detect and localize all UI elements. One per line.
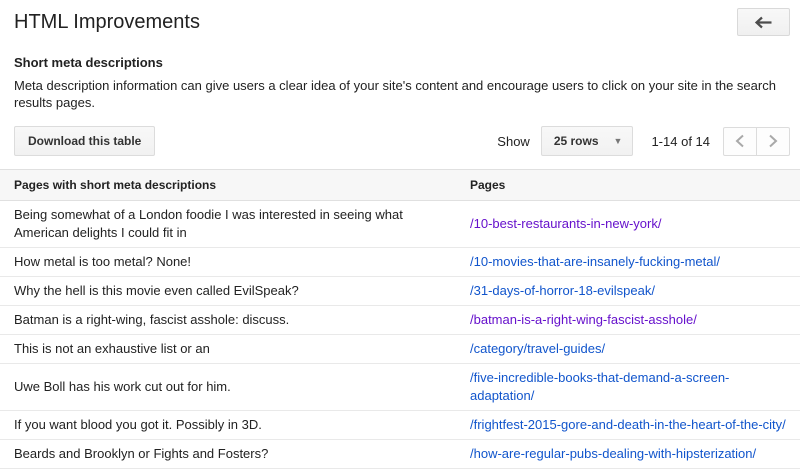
section-heading: Short meta descriptions	[14, 55, 163, 70]
page-cell: /category/travel-guides/	[456, 334, 800, 364]
chevron-left-icon	[735, 134, 745, 148]
table-row: If you want blood you got it. Possibly i…	[0, 410, 800, 440]
meta-description-cell: Batman is a right-wing, fascist asshole:…	[0, 305, 456, 335]
section-description: Meta description information can give us…	[14, 78, 776, 110]
meta-description-cell: Beards and Brooklyn or Fights and Foster…	[0, 439, 456, 469]
table-body: Being somewhat of a London foodie I was …	[0, 200, 800, 469]
pagination-range-text: 1-14 of 14	[651, 133, 710, 149]
rows-per-page-value: 25 rows	[553, 134, 599, 148]
toolbar-right-controls: Show 25 rows ▼ 1-14 of 14	[497, 126, 790, 156]
table-toolbar: Download this table Show 25 rows ▼ 1-14 …	[14, 126, 790, 156]
back-button[interactable]	[737, 8, 790, 36]
page-link[interactable]: /10-best-restaurants-in-new-york/	[470, 216, 661, 231]
page-cell: /10-movies-that-are-insanely-fucking-met…	[456, 247, 800, 277]
meta-description-cell: Uwe Boll has his work cut out for him.	[0, 363, 456, 411]
table-row: Beards and Brooklyn or Fights and Foster…	[0, 439, 800, 469]
table-header-row: Pages with short meta descriptions Pages	[0, 169, 800, 201]
show-label: Show	[497, 133, 530, 149]
meta-description-cell: Why the hell is this movie even called E…	[0, 276, 456, 306]
table-header: Pages with short meta descriptions Pages	[0, 169, 800, 201]
meta-description-cell: Being somewhat of a London foodie I was …	[0, 200, 456, 248]
html-improvements-page: { "page": { "title": "HTML Improvements"…	[0, 0, 800, 469]
page-cell: /10-best-restaurants-in-new-york/	[456, 200, 800, 248]
table-row: Being somewhat of a London foodie I was …	[0, 200, 800, 248]
table-row: This is not an exhaustive list or an/cat…	[0, 334, 800, 364]
page-link[interactable]: /five-incredible-books-that-demand-a-scr…	[470, 370, 729, 403]
page-link[interactable]: /10-movies-that-are-insanely-fucking-met…	[470, 254, 720, 269]
page-link[interactable]: /frightfest-2015-gore-and-death-in-the-h…	[470, 417, 786, 432]
page-cell: /frightfest-2015-gore-and-death-in-the-h…	[456, 410, 800, 440]
page-link[interactable]: /31-days-of-horror-18-evilspeak/	[470, 283, 655, 298]
meta-description-cell: If you want blood you got it. Possibly i…	[0, 410, 456, 440]
column-header-descriptions: Pages with short meta descriptions	[0, 169, 456, 201]
meta-description-cell: This is not an exhaustive list or an	[0, 334, 456, 364]
page-cell: /how-are-regular-pubs-dealing-with-hipst…	[456, 439, 800, 469]
short-meta-descriptions-section: Short meta descriptions Meta description…	[0, 55, 800, 111]
rows-per-page-dropdown[interactable]: 25 rows ▼	[540, 126, 634, 156]
table-row: Why the hell is this movie even called E…	[0, 276, 800, 306]
page-link[interactable]: /how-are-regular-pubs-dealing-with-hipst…	[470, 446, 756, 461]
table-row: Batman is a right-wing, fascist asshole:…	[0, 305, 800, 335]
page-header: HTML Improvements	[0, 0, 800, 36]
meta-description-cell: How metal is too metal? None!	[0, 247, 456, 277]
page-link[interactable]: /category/travel-guides/	[470, 341, 605, 356]
page-cell: /batman-is-a-right-wing-fascist-asshole/	[456, 305, 800, 335]
pagination	[723, 126, 790, 156]
page-link[interactable]: /batman-is-a-right-wing-fascist-asshole/	[470, 312, 697, 327]
next-page-button[interactable]	[756, 126, 790, 156]
chevron-right-icon	[768, 134, 778, 148]
page-title: HTML Improvements	[14, 11, 200, 33]
table-row: How metal is too metal? None! /10-movies-…	[0, 247, 800, 277]
download-table-button[interactable]: Download this table	[14, 126, 156, 156]
table-row: Uwe Boll has his work cut out for him. /f…	[0, 363, 800, 411]
short-meta-descriptions-table: Pages with short meta descriptions Pages…	[0, 169, 800, 469]
previous-page-button[interactable]	[723, 126, 757, 156]
page-cell: /31-days-of-horror-18-evilspeak/	[456, 276, 800, 306]
column-header-pages: Pages	[456, 169, 800, 201]
arrow-left-icon	[754, 16, 773, 29]
page-cell: /five-incredible-books-that-demand-a-scr…	[456, 363, 800, 411]
caret-down-icon: ▼	[613, 136, 623, 146]
